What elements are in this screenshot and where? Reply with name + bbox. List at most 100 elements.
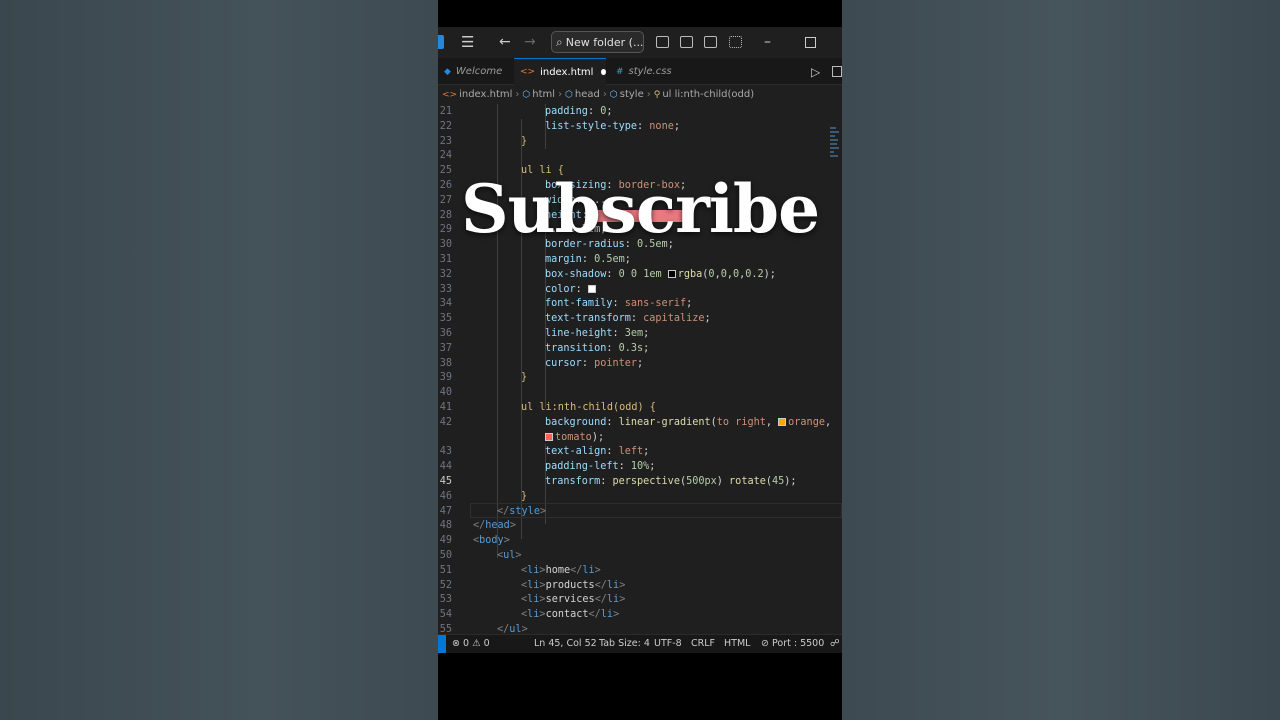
code-text: transition: 0.3s; xyxy=(545,342,650,354)
code-text: <li>products</li> xyxy=(521,579,626,591)
selector-icon: ⚲ xyxy=(653,89,661,100)
search-icon: ⌕ xyxy=(556,34,563,49)
breadcrumb-item[interactable]: html xyxy=(532,89,555,100)
toggle-panel-icon[interactable] xyxy=(680,36,693,48)
problems-status[interactable]: ⊗ 0 ⚠ 0 xyxy=(452,638,490,649)
code-line[interactable]: 46} xyxy=(438,491,842,506)
tab-index-html[interactable]: <> index.html xyxy=(514,58,606,85)
vscode-icon: ◆ xyxy=(444,66,451,77)
code-line[interactable]: 44 padding-left: 10%; xyxy=(438,461,842,476)
code-text: ul li:nth-child(odd) { xyxy=(521,402,656,413)
code-line[interactable]: 55 </ul> xyxy=(438,624,842,634)
breadcrumb-item[interactable]: style xyxy=(620,89,644,100)
code-line[interactable]: 42 background: linear-gradient(to right, … xyxy=(438,417,842,432)
toggle-secondary-sidebar-icon[interactable] xyxy=(704,36,717,48)
code-line[interactable]: 31 margin: 0.5em; xyxy=(438,254,842,269)
menu-icon[interactable]: ☰ xyxy=(461,35,474,50)
breadcrumb-item[interactable]: head xyxy=(575,89,600,100)
code-line[interactable]: 35 text-transform: capitalize; xyxy=(438,313,842,328)
unsaved-dot-icon[interactable] xyxy=(601,69,606,75)
encoding[interactable]: UTF-8 xyxy=(654,638,682,649)
code-line[interactable]: 21 padding: 0; xyxy=(438,106,842,121)
code-line[interactable]: 37 transition: 0.3s; xyxy=(438,343,842,358)
code-line[interactable]: 36 line-height: 3em; xyxy=(438,328,842,343)
line-number: 52 xyxy=(439,579,452,591)
error-icon: ⊗ xyxy=(452,638,460,649)
html-file-icon: <> xyxy=(520,67,536,77)
element-icon: ⬡ xyxy=(609,89,618,100)
right-background xyxy=(842,0,1280,720)
code-line[interactable]: 51 <li>home</li> xyxy=(438,565,842,580)
line-number: 46 xyxy=(439,490,452,502)
forward-arrow-icon[interactable]: → xyxy=(524,35,536,49)
code-line[interactable]: 33 color: xyxy=(438,284,842,299)
line-number: 44 xyxy=(439,461,452,473)
code-line[interactable]: 24 xyxy=(438,150,842,165)
line-number: 51 xyxy=(439,564,452,576)
maximize-icon[interactable] xyxy=(805,37,816,48)
code-text: } xyxy=(521,135,528,147)
remote-indicator-icon[interactable] xyxy=(438,635,446,653)
breadcrumb-item[interactable]: index.html xyxy=(459,89,512,100)
line-number: 35 xyxy=(439,313,452,325)
toggle-primary-sidebar-icon[interactable] xyxy=(656,36,669,48)
code-line[interactable]: 22 list-style-type: none; xyxy=(438,121,842,136)
breadcrumb-item[interactable]: ul li:nth-child(odd) xyxy=(662,89,754,100)
code-line[interactable]: 23} xyxy=(438,136,842,151)
code-text: <li>services</li> xyxy=(521,594,626,606)
vscode-window: ☰ ← → ⌕ New folder (... – ◆ Welcome <> i… xyxy=(438,27,842,653)
line-ending[interactable]: CRLF xyxy=(691,638,715,649)
cursor-position[interactable]: Ln 45, Col 52 xyxy=(534,638,597,649)
code-line[interactable]: 32 box-shadow: 0 0 1em rgba(0,0,0,0.2); xyxy=(438,269,842,284)
port-label: Port : 5500 xyxy=(772,638,825,649)
language-mode[interactable]: HTML xyxy=(724,638,750,649)
code-line[interactable]: 52 <li>products</li> xyxy=(438,580,842,595)
code-line[interactable]: 34 font-family: sans-serif; xyxy=(438,298,842,313)
code-text: box-shadow: 0 0 1em rgba(0,0,0,0.2); xyxy=(545,268,776,280)
line-number: 42 xyxy=(439,416,452,428)
left-background xyxy=(0,0,438,720)
code-line[interactable]: 48 </head> xyxy=(438,520,842,535)
line-number: 38 xyxy=(439,357,452,369)
code-text: list-style-type: none; xyxy=(545,120,680,132)
video-frame: ☰ ← → ⌕ New folder (... – ◆ Welcome <> i… xyxy=(438,0,842,720)
line-number: 21 xyxy=(439,106,452,117)
split-editor-icon[interactable] xyxy=(832,66,842,77)
code-line[interactable]: 50 <ul> xyxy=(438,550,842,565)
code-line[interactable]: 45 transform: perspective(500px) rotate(4… xyxy=(438,476,842,491)
code-text: transform: perspective(500px) rotate(45)… xyxy=(545,476,797,487)
code-line[interactable]: 53 <li>services</li> xyxy=(438,594,842,609)
subscribe-overlay: Subscribe xyxy=(460,170,820,248)
run-icon[interactable]: ▷ xyxy=(811,65,820,79)
code-text: </ul> xyxy=(497,624,528,634)
code-line[interactable]: 39} xyxy=(438,372,842,387)
tab-size[interactable]: Tab Size: 4 xyxy=(599,638,650,649)
tab-style-css[interactable]: # style.css xyxy=(610,58,700,85)
vscode-logo-icon xyxy=(438,35,444,49)
command-center-search[interactable]: ⌕ New folder (... xyxy=(551,31,644,53)
prohibited-icon: ⊘ xyxy=(761,638,769,649)
customize-layout-icon[interactable] xyxy=(729,36,742,48)
element-icon: ⬡ xyxy=(565,89,573,100)
line-number: 47 xyxy=(439,505,452,517)
minimize-icon[interactable]: – xyxy=(764,35,771,49)
line-number: 45 xyxy=(439,476,452,487)
code-line[interactable]: 47 </style> xyxy=(438,506,842,521)
code-line[interactable]: 43 text-align: left; xyxy=(438,446,842,461)
feedback-icon[interactable]: ☍ xyxy=(830,638,840,649)
code-line[interactable]: 38 cursor: pointer; xyxy=(438,358,842,373)
line-number: 40 xyxy=(439,387,452,399)
tab-welcome[interactable]: ◆ Welcome xyxy=(438,58,511,85)
tab-label: Welcome xyxy=(455,66,503,77)
back-arrow-icon[interactable]: ← xyxy=(499,35,511,49)
line-number: 32 xyxy=(439,268,452,280)
code-line[interactable]: 54 <li>contact</li> xyxy=(438,609,842,624)
code-line[interactable]: tomato); xyxy=(438,432,842,447)
warning-count: 0 xyxy=(483,638,490,649)
code-line[interactable]: 40 xyxy=(438,387,842,402)
chevron-right-icon: › xyxy=(515,89,520,100)
live-server-status[interactable]: ⊘ Port : 5500 xyxy=(761,638,824,649)
search-label: New folder (... xyxy=(565,35,644,49)
code-line[interactable]: 41 ul li:nth-child(odd) { xyxy=(438,402,842,417)
code-line[interactable]: 49 <body> xyxy=(438,535,842,550)
